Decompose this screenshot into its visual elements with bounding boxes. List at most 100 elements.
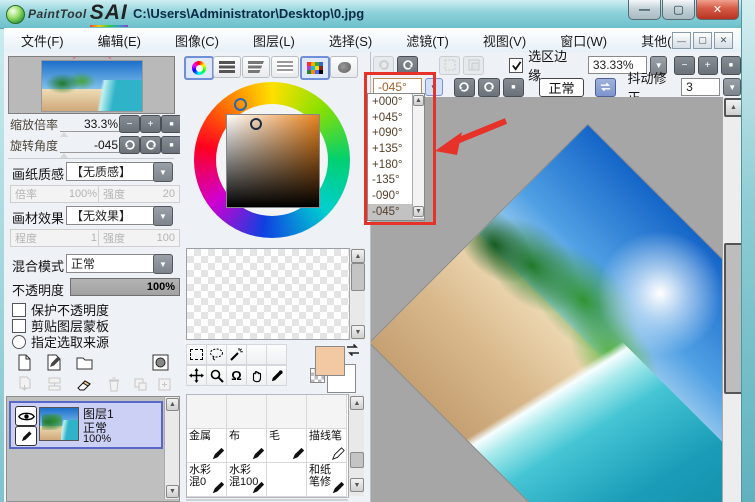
hand-tool[interactable] bbox=[246, 365, 267, 386]
selection-edge-checkbox[interactable] bbox=[509, 58, 523, 73]
canvas-zoom-in-button[interactable]: + bbox=[698, 56, 718, 75]
clear-layer-button[interactable] bbox=[72, 374, 96, 394]
scroll-down-button[interactable]: ▼ bbox=[166, 485, 179, 498]
brush-cloth[interactable]: 布 bbox=[227, 429, 267, 463]
brush-slot-empty[interactable] bbox=[227, 395, 267, 429]
scroll-up-button[interactable]: ▲ bbox=[350, 396, 364, 410]
menu-layer[interactable]: 图层(L) bbox=[236, 31, 312, 50]
brush-fur[interactable]: 毛 bbox=[267, 429, 307, 463]
material-effect-dropdown-button[interactable]: ▼ bbox=[153, 206, 173, 226]
window-minimize-button[interactable]: — bbox=[628, 0, 661, 20]
new-layer-button[interactable] bbox=[12, 352, 36, 372]
rotate-view-tool[interactable]: Ω bbox=[226, 365, 247, 386]
move-tool[interactable] bbox=[186, 365, 207, 386]
stabilizer-combo[interactable]: 3 bbox=[681, 78, 720, 96]
menu-filter[interactable]: 滤镜(T) bbox=[389, 31, 466, 50]
canvas-vertical-scrollbar[interactable]: ▲ bbox=[722, 97, 741, 502]
magic-wand-tool[interactable] bbox=[226, 344, 247, 365]
menu-select[interactable]: 选择(S) bbox=[312, 31, 389, 50]
hsv-sliders-tab[interactable] bbox=[242, 56, 270, 78]
zoom-in-button[interactable]: + bbox=[140, 115, 161, 133]
scroll-down-button[interactable]: ▼ bbox=[413, 206, 424, 217]
swatches-tab[interactable] bbox=[300, 56, 330, 80]
canvas-rotate-reset-button[interactable]: ■ bbox=[503, 78, 525, 97]
swatch-panel[interactable] bbox=[186, 248, 350, 340]
checkbox-icon[interactable] bbox=[12, 303, 26, 317]
stabilizer-dropdown-button[interactable]: ▼ bbox=[723, 78, 741, 96]
mdi-restore-button[interactable]: ▢ bbox=[693, 32, 712, 49]
swap-colors-icon[interactable] bbox=[344, 342, 362, 358]
lasso-tool[interactable] bbox=[206, 344, 227, 365]
new-linework-layer-button[interactable] bbox=[42, 352, 66, 372]
checkbox-icon[interactable] bbox=[12, 319, 26, 333]
rotate-cw-button[interactable] bbox=[140, 136, 161, 154]
paper-texture-dropdown-button[interactable]: ▼ bbox=[153, 162, 173, 182]
scroll-thumb[interactable] bbox=[350, 452, 364, 468]
menu-file[interactable]: 文件(F) bbox=[4, 31, 81, 50]
brush-slot-empty[interactable] bbox=[307, 395, 347, 429]
canvas-rotate-ccw-button[interactable] bbox=[454, 78, 476, 97]
zoom-reset-button[interactable]: ■ bbox=[161, 115, 182, 133]
canvas-rotate-cw-button[interactable] bbox=[478, 78, 500, 97]
rect-select-tool[interactable] bbox=[186, 344, 207, 365]
empty-swatch-area[interactable] bbox=[187, 249, 349, 339]
layer-mask-button[interactable] bbox=[148, 352, 172, 372]
zoom-value[interactable]: 33.3% bbox=[60, 117, 120, 132]
saturation-value-square[interactable] bbox=[226, 114, 320, 208]
layer-visibility-toggle[interactable] bbox=[15, 406, 37, 426]
selection-source-option[interactable]: 指定选取来源 bbox=[12, 332, 109, 351]
swatch-scrollbar[interactable]: ▲ ▼ bbox=[349, 248, 365, 340]
mdi-minimize-button[interactable]: — bbox=[672, 32, 691, 49]
sv-selector[interactable] bbox=[250, 118, 262, 130]
canvas-zoom-reset-button[interactable]: ■ bbox=[721, 56, 741, 75]
redo-button[interactable] bbox=[397, 56, 418, 75]
scratchpad-tab[interactable] bbox=[330, 56, 358, 78]
blend-mode-select[interactable]: 正常 bbox=[66, 254, 158, 273]
brush-washi-pen[interactable]: 和纸笔修 bbox=[307, 463, 347, 497]
brush-line-pen[interactable]: 描线笔 bbox=[307, 429, 347, 463]
scroll-up-button[interactable]: ▲ bbox=[166, 398, 179, 411]
rotation-angle-dropdown-button[interactable]: ▼ bbox=[425, 78, 443, 96]
navigator-preview[interactable] bbox=[8, 56, 175, 114]
brush-metal[interactable]: 金属 bbox=[187, 429, 227, 463]
window-close-button[interactable]: ✕ bbox=[696, 0, 739, 20]
rotate-value[interactable]: -045 bbox=[60, 138, 120, 153]
radio-icon[interactable] bbox=[12, 335, 26, 349]
eyedropper-tool[interactable] bbox=[266, 365, 287, 386]
zoom-tool[interactable] bbox=[206, 365, 227, 386]
window-maximize-button[interactable]: ▢ bbox=[662, 0, 695, 20]
color-wheel[interactable] bbox=[180, 78, 370, 248]
foreground-color-swatch[interactable] bbox=[315, 346, 345, 376]
color-wheel-tab[interactable] bbox=[184, 56, 214, 80]
scroll-up-button[interactable]: ▲ bbox=[724, 98, 741, 117]
brush-slot-empty[interactable] bbox=[267, 395, 307, 429]
layer-list-scrollbar[interactable]: ▲ ▼ bbox=[164, 397, 179, 499]
brush-panel-scrollbar[interactable]: ▲ ▼ bbox=[348, 394, 364, 496]
scroll-down-button[interactable]: ▼ bbox=[350, 478, 364, 492]
scroll-up-button[interactable]: ▲ bbox=[351, 249, 365, 263]
brush-watercolor-100[interactable]: 水彩混100 bbox=[227, 463, 267, 497]
menu-edit[interactable]: 编辑(E) bbox=[81, 31, 158, 50]
brush-slot-empty[interactable] bbox=[267, 463, 307, 497]
scroll-up-button[interactable]: ▲ bbox=[413, 95, 424, 106]
brush-slot-empty[interactable] bbox=[187, 395, 227, 429]
empty-tool-slot[interactable] bbox=[246, 344, 267, 365]
menu-image[interactable]: 图像(C) bbox=[158, 31, 236, 50]
rotate-ccw-button[interactable] bbox=[119, 136, 140, 154]
zoom-out-button[interactable]: − bbox=[119, 115, 140, 133]
opacity-slider[interactable]: 100% bbox=[70, 278, 180, 296]
blend-mode-dropdown-button[interactable]: ▼ bbox=[153, 254, 173, 274]
rgb-sliders-tab[interactable] bbox=[213, 56, 241, 78]
paper-texture-select[interactable]: 【无质感】 bbox=[66, 162, 158, 181]
new-folder-button[interactable] bbox=[72, 352, 96, 372]
rotate-reset-button[interactable]: ■ bbox=[161, 136, 182, 154]
flip-view-button[interactable] bbox=[595, 78, 617, 97]
material-effect-select[interactable]: 【无效果】 bbox=[66, 206, 158, 225]
mdi-close-button[interactable]: ✕ bbox=[714, 32, 733, 49]
layer-row-selected[interactable]: 图层1 正常 100% bbox=[9, 401, 163, 449]
dropdown-scrollbar[interactable]: ▲ ▼ bbox=[412, 94, 424, 218]
hue-selector[interactable] bbox=[234, 98, 247, 111]
empty-tool-slot[interactable] bbox=[266, 344, 287, 365]
color-mixer-tab[interactable] bbox=[271, 56, 299, 78]
normal-mode-button[interactable]: 正常 bbox=[539, 78, 584, 97]
